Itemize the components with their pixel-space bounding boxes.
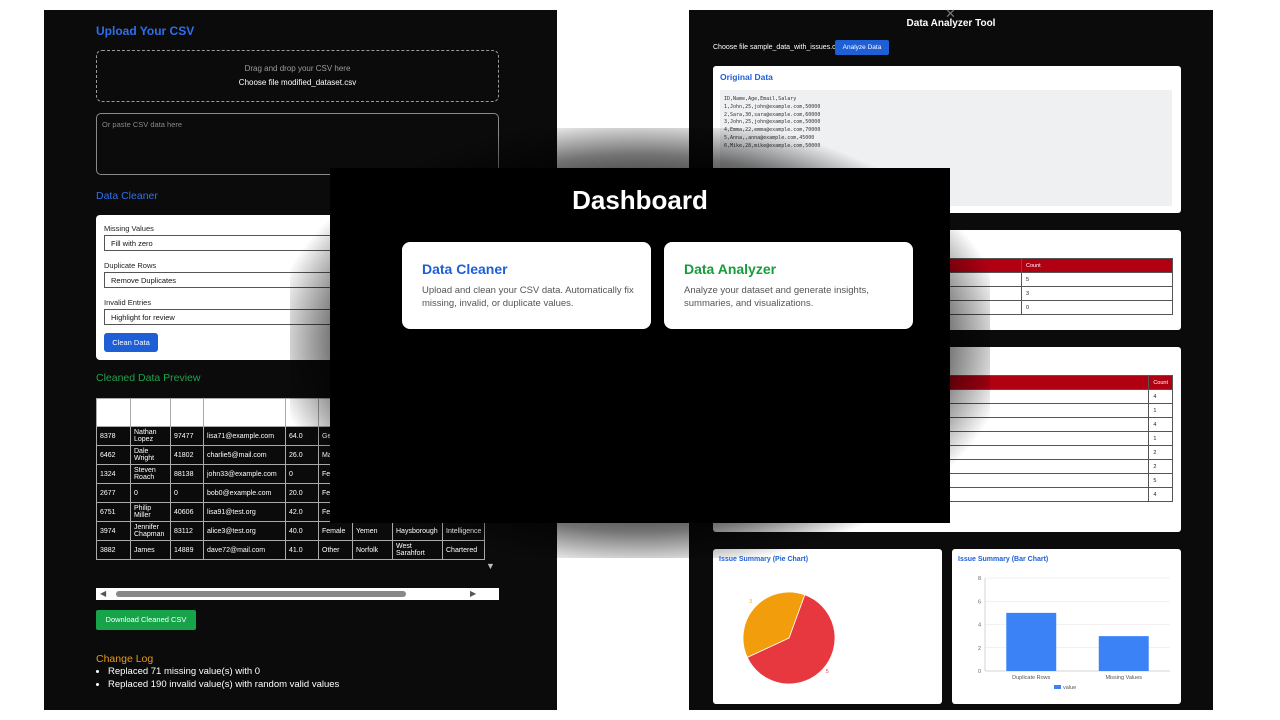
change-log-item: Replaced 190 invalid value(s) with rando… — [108, 679, 339, 690]
issue-count-cell: 2 — [1148, 445, 1173, 460]
table-cell: bob0@example.com — [203, 483, 286, 503]
table-cell: 83112 — [170, 521, 204, 541]
issue-count-cell: 1 — [1148, 431, 1173, 446]
table-horizontal-scrollbar[interactable]: ◀ ▶ — [96, 588, 499, 600]
analyze-data-button[interactable]: Analyze Data — [835, 40, 889, 55]
y-tick-label: 0 — [978, 669, 981, 675]
original-data-line: 1,John,25,john@example.com,50000 — [724, 103, 821, 110]
pie-chart: 53 — [742, 591, 836, 685]
table-cell: lisa91@test.org — [203, 502, 286, 522]
issue-count-cell: 4 — [1148, 487, 1173, 502]
table-cell: john33@example.com — [203, 464, 286, 484]
legend-label: value — [1063, 685, 1076, 691]
table-cell: charlie5@mail.com — [203, 445, 286, 465]
missing-values-label: Missing Values — [104, 224, 154, 233]
table-cell: alice3@test.org — [203, 521, 286, 541]
count-header: Count — [1021, 258, 1173, 273]
table-cell: 6751 — [96, 502, 131, 522]
table-cell: 88138 — [170, 464, 204, 484]
scroll-left-icon[interactable]: ◀ — [100, 589, 106, 598]
file-chooser[interactable]: Choose file modified_dataset.csv — [97, 78, 498, 87]
data-analyzer-card-desc: Analyze your dataset and generate insigh… — [684, 285, 869, 309]
table-cell: Jennifer Chapman — [130, 521, 171, 541]
table-cell: 6462 — [96, 445, 131, 465]
issue-count-cell: 2 — [1148, 459, 1173, 474]
data-cleaner-card-desc: Upload and clean your CSV data. Automati… — [422, 285, 634, 309]
table-cell: 41802 — [170, 445, 204, 465]
analyzer-title: Data Analyzer Tool — [906, 18, 996, 29]
table-cell: Steven Roach — [130, 464, 171, 484]
x-tick-label: Duplicate Rows — [1012, 675, 1050, 681]
data-cleaner-card-title: Data Cleaner — [422, 261, 508, 277]
count-cell: 5 — [1021, 272, 1173, 287]
pie-slice-label: 3 — [749, 599, 752, 605]
upload-title: Upload Your CSV — [96, 24, 195, 38]
y-tick-label: 8 — [978, 576, 981, 582]
data-analyzer-card-title: Data Analyzer — [684, 261, 777, 277]
data-cleaner-heading: Data Cleaner — [96, 190, 158, 202]
change-log-item: Replaced 71 missing value(s) with 0 — [108, 666, 339, 677]
bar-chart-card: Issue Summary (Bar Chart) 0 2 4 6 8 Duplicate… — [952, 549, 1181, 704]
change-log-list: Replaced 71 missing value(s) with 0 Repl… — [108, 666, 339, 692]
table-cell: 40606 — [170, 502, 204, 522]
table-cell: 0 — [170, 483, 204, 503]
table-cell: lisa71@example.com — [203, 426, 286, 446]
dashboard-title: Dashboard — [572, 185, 708, 215]
invalid-entries-label: Invalid Entries — [104, 298, 152, 307]
change-log-heading: Change Log — [96, 653, 154, 665]
scrollbar-thumb[interactable] — [116, 591, 406, 597]
bar-chart: 0 2 4 6 8 Duplicate Rows Missing Values value — [978, 576, 1170, 691]
table-cell: 3882 — [96, 540, 131, 560]
table-cell: 8378 — [96, 426, 131, 446]
pie-slice-label: 5 — [826, 669, 829, 675]
csv-dropzone[interactable]: Drag and drop your CSV here Choose file … — [96, 50, 499, 102]
bar — [1098, 636, 1149, 671]
data-analyzer-card[interactable]: Data Analyzer Analyze your dataset and g… — [664, 242, 913, 329]
table-cell: 3974 — [96, 521, 131, 541]
legend-swatch — [1054, 685, 1061, 689]
table-cell: 97477 — [170, 426, 204, 446]
original-data-line: ID,Name,Age,Email,Salary — [724, 96, 797, 102]
y-tick-label: 6 — [978, 599, 981, 605]
scroll-down-icon[interactable]: ▼ — [486, 561, 495, 571]
dashboard-panel: Dashboard Data Cleaner Upload and clean … — [330, 168, 950, 523]
table-cell: James — [130, 540, 171, 560]
table-cell: 1324 — [96, 464, 131, 484]
download-cleaned-csv-button[interactable]: Download Cleaned CSV — [96, 610, 196, 630]
clean-data-button[interactable]: Clean Data — [104, 333, 158, 352]
count-cell: 0 — [1021, 300, 1173, 315]
y-tick-label: 2 — [978, 646, 981, 652]
issue-count-cell: 4 — [1148, 389, 1173, 404]
issue-count-cell: 4 — [1148, 417, 1173, 432]
pie-chart-card: Issue Summary (Pie Chart) 53 — [713, 549, 942, 704]
duplicate-rows-label: Duplicate Rows — [104, 261, 157, 270]
table-cell: 0 — [130, 483, 171, 503]
table-cell: 2677 — [96, 483, 131, 503]
analyzer-file-chooser[interactable]: Choose file sample_data_with_issues.csv — [713, 44, 843, 51]
table-cell: dave72@mail.com — [203, 540, 286, 560]
table-cell: Philip Miller — [130, 502, 171, 522]
bar — [1006, 612, 1057, 671]
issue-count-header: Count — [1148, 375, 1173, 390]
count-cell: 3 — [1021, 286, 1173, 301]
original-data-line: 3,John,25,john@example.com,50000 — [724, 119, 821, 126]
original-data-line: 2,Sara,30,sara@example.com,60000 — [724, 111, 821, 118]
table-cell: 14889 — [170, 540, 204, 560]
y-tick-label: 4 — [978, 623, 981, 629]
issue-count-cell: 5 — [1148, 473, 1173, 488]
dropzone-text: Drag and drop your CSV here — [244, 64, 351, 73]
original-data-title: Original Data — [720, 72, 773, 82]
preview-heading: Cleaned Data Preview — [96, 372, 201, 384]
table-cell: Nathan Lopez — [130, 426, 171, 446]
x-tick-label: Missing Values — [1105, 675, 1142, 681]
data-cleaner-card[interactable]: Data Cleaner Upload and clean your CSV d… — [402, 242, 651, 329]
issue-count-cell: 1 — [1148, 403, 1173, 418]
table-cell: Dale Wright — [130, 445, 171, 465]
scroll-right-icon[interactable]: ▶ — [470, 589, 476, 598]
